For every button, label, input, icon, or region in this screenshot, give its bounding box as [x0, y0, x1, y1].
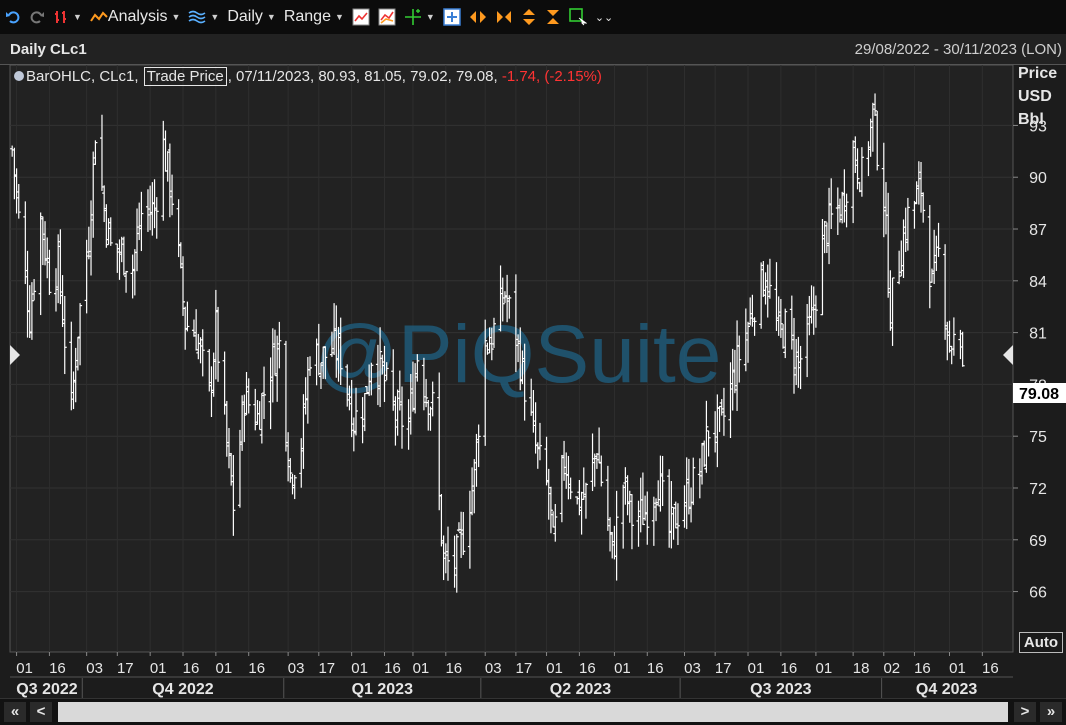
x-tick-label: 03 [288, 660, 305, 677]
scroll-track[interactable] [58, 702, 1008, 722]
y-tick-label: 72 [1029, 481, 1047, 498]
unit-currency: USD [1018, 88, 1052, 105]
series-legend: BarOHLC, CLc1, Trade Price , 07/11/2023,… [14, 66, 602, 86]
x-tick-label: 01 [351, 660, 368, 677]
y-tick-label: 66 [1029, 585, 1047, 602]
legend-prefix: BarOHLC, CLc1, [26, 67, 143, 85]
x-tick-label: 16 [49, 660, 66, 677]
x-tick-label: 01 [949, 660, 966, 677]
scroll-last-button[interactable]: » [1040, 702, 1062, 722]
x-tick-label: 16 [248, 660, 265, 677]
quarter-labels: Q3 2022 Q4 2022 Q1 2023 Q2 2023 Q3 2023 Q4 20… [10, 676, 1013, 698]
y-tick-label: 84 [1029, 274, 1047, 291]
x-tick-label: 17 [715, 660, 732, 677]
x-tick-label: 17 [318, 660, 335, 677]
legend-field-button[interactable]: Trade Price [143, 66, 227, 86]
y-axis-ticks: 66697275788184879093 [1013, 118, 1047, 602]
x-tick-label: 01 [16, 660, 33, 677]
x-tick-label: 01 [614, 660, 631, 677]
scroll-first-button[interactable]: « [4, 702, 26, 722]
x-tick-label: 16 [183, 660, 200, 677]
scroll-prev-button[interactable]: < [30, 702, 52, 722]
legend-values: , 07/11/2023, 80.93, 81.05, 79.02, 79.08… [227, 67, 502, 85]
x-tick-label: 16 [384, 660, 401, 677]
bottom-scrollbar: « < > » [0, 698, 1066, 725]
x-tick-label: 01 [216, 660, 233, 677]
quarter-label: Q3 2023 [750, 681, 811, 698]
x-tick-label: 16 [982, 660, 999, 677]
x-tick-label: 16 [445, 660, 462, 677]
quarter-label: Q4 2023 [916, 681, 977, 698]
x-tick-label: 03 [485, 660, 502, 677]
x-tick-label: 01 [816, 660, 833, 677]
unit-volume: Bbl [1018, 111, 1044, 128]
last-price-label: 79.08 [1019, 386, 1059, 403]
x-tick-label: 16 [647, 660, 664, 677]
y-tick-label: 87 [1029, 222, 1047, 239]
y-tick-label: 90 [1029, 170, 1047, 187]
price-chart[interactable]: @PiQSuite 66697275788184879093 011603170… [0, 0, 1066, 724]
y-tick-label: 75 [1029, 429, 1047, 446]
quarter-label: Q1 2023 [352, 681, 413, 698]
x-axis-ticks: 01 16 03 17 01 16 01 16 03 17 01 16 01 16 03 17 01 16 01 16… [16, 652, 999, 677]
scroll-next-button[interactable]: > [1014, 702, 1036, 722]
legend-change: -1.74, (-2.15%) [501, 67, 602, 85]
quarter-label: Q2 2023 [550, 681, 611, 698]
x-tick-label: 02 [883, 660, 900, 677]
x-tick-label: 16 [781, 660, 798, 677]
x-tick-label: 01 [546, 660, 563, 677]
quarter-label: Q4 2022 [152, 681, 213, 698]
x-tick-label: 18 [853, 660, 870, 677]
x-tick-label: 17 [516, 660, 533, 677]
auto-scale-button[interactable]: Auto [1019, 632, 1063, 653]
x-tick-label: 03 [684, 660, 701, 677]
y-tick-label: 69 [1029, 533, 1047, 550]
x-tick-label: 01 [150, 660, 167, 677]
quarter-label: Q3 2022 [16, 681, 77, 698]
x-tick-label: 03 [86, 660, 103, 677]
x-tick-label: 01 [413, 660, 430, 677]
y-tick-label: 81 [1029, 326, 1047, 343]
x-tick-label: 16 [914, 660, 931, 677]
unit-price: Price [1018, 65, 1058, 82]
legend-settings-icon[interactable] [14, 71, 24, 81]
x-tick-label: 01 [748, 660, 765, 677]
x-tick-label: 17 [117, 660, 134, 677]
x-tick-label: 16 [579, 660, 596, 677]
